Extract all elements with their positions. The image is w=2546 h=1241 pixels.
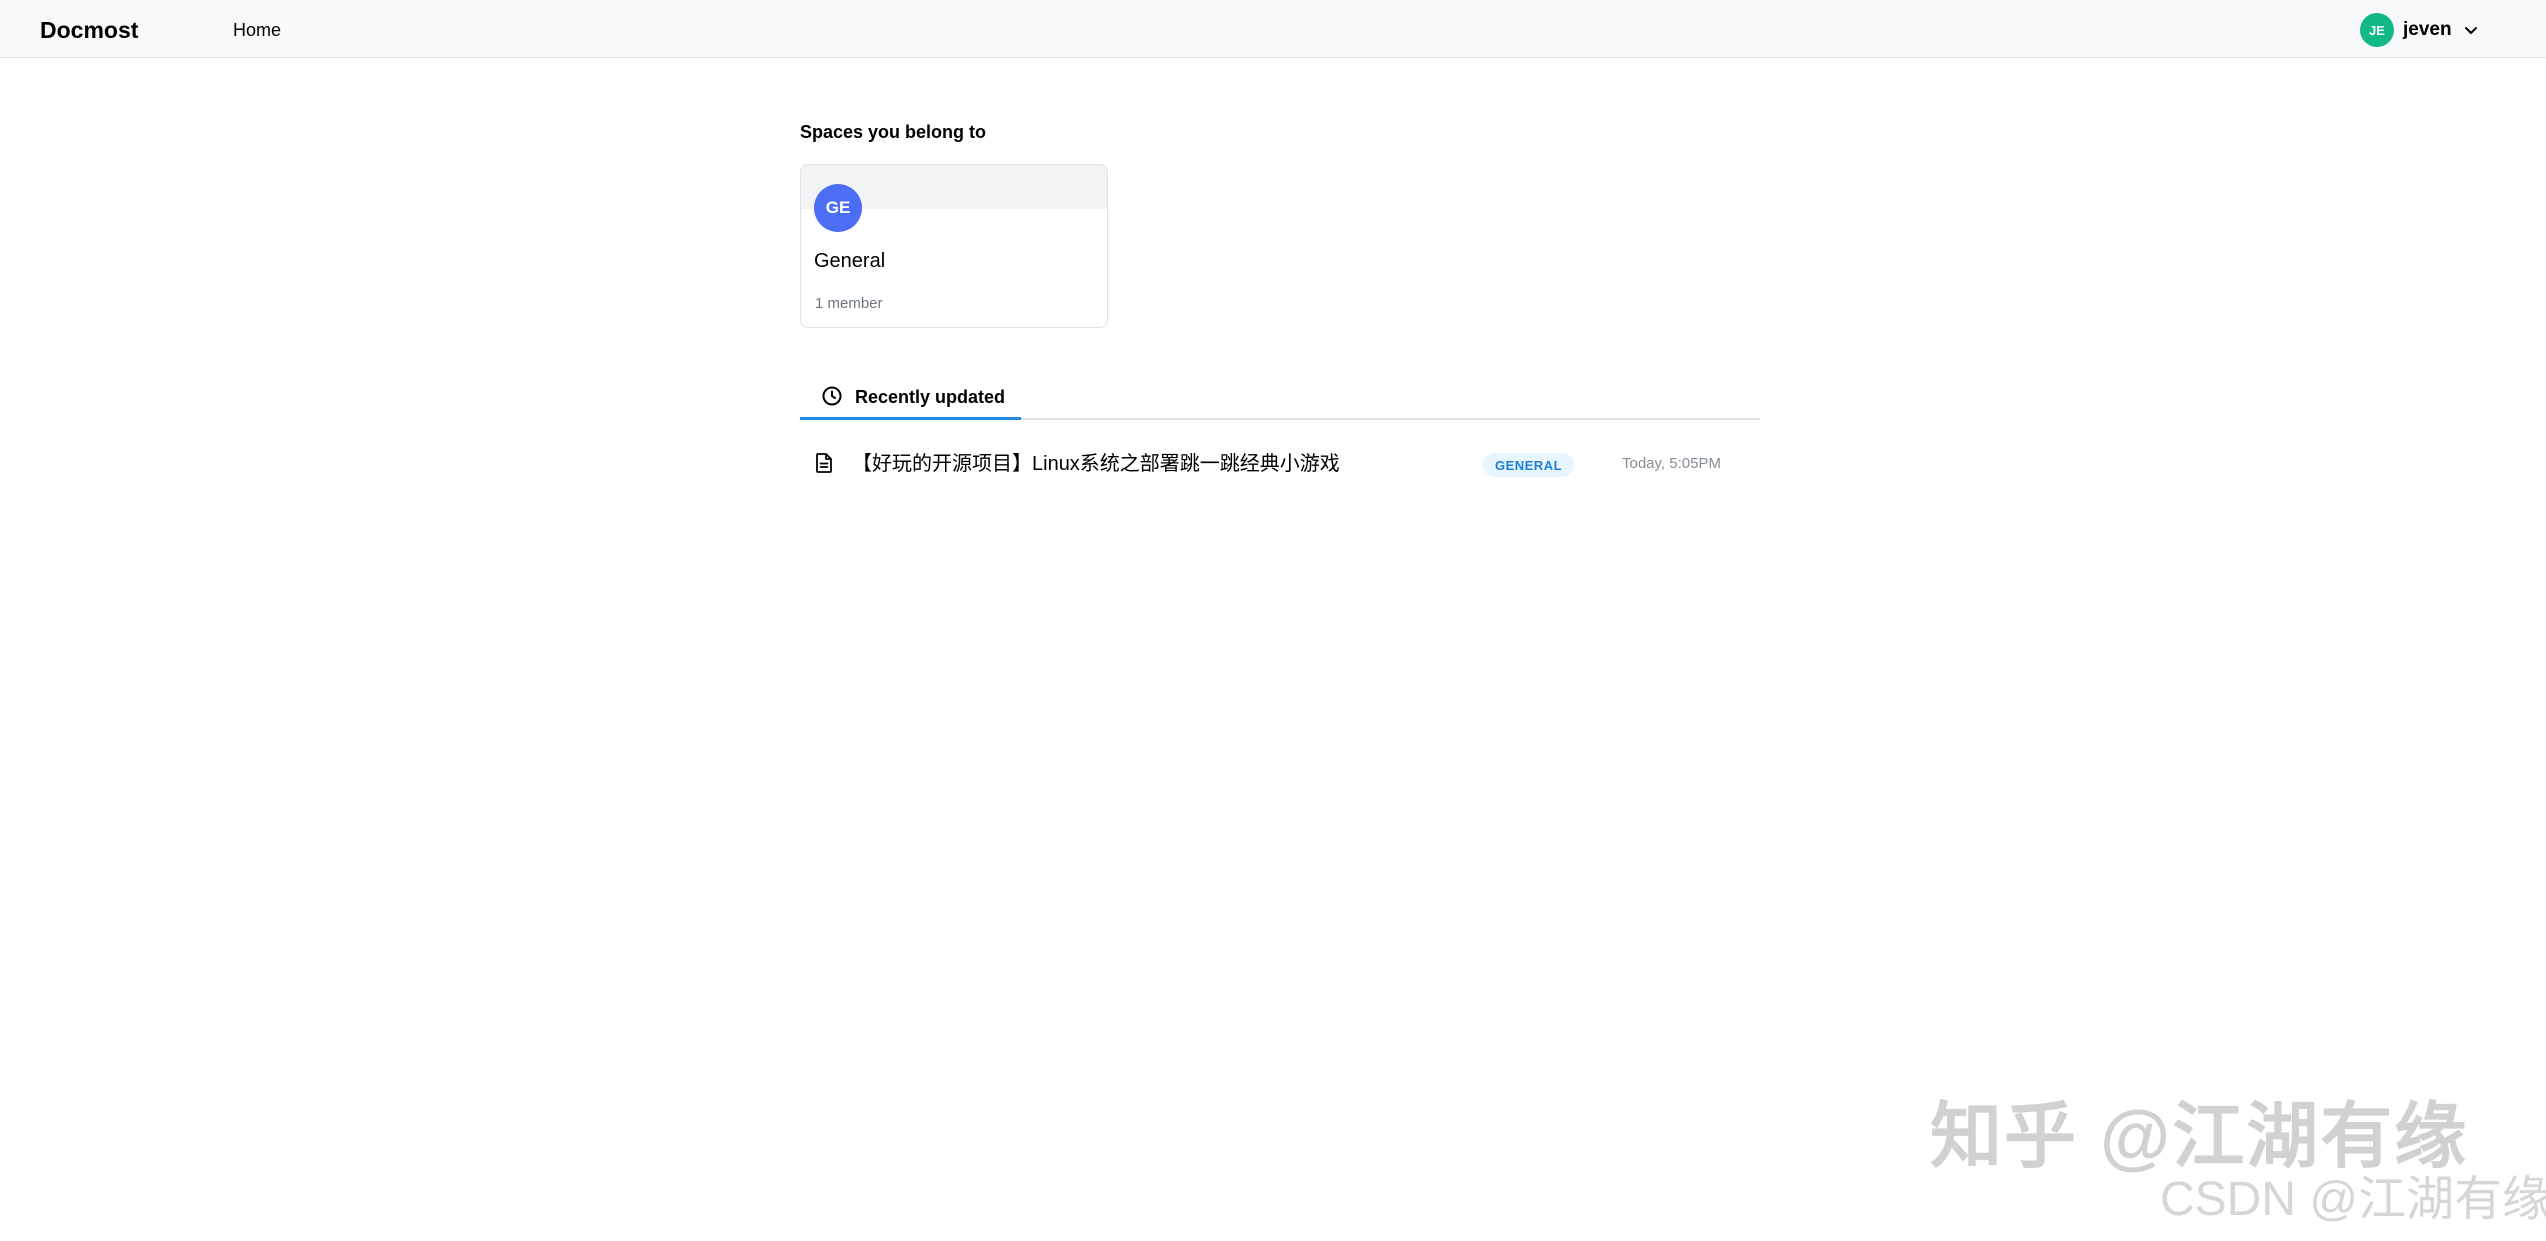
tab-recently-updated[interactable]: Recently updated	[800, 373, 1021, 420]
page-title-link[interactable]: 【好玩的开源项目】Linux系统之部署跳一跳经典小游戏	[852, 451, 1340, 477]
nav-link-home[interactable]: Home	[233, 18, 281, 42]
updated-timestamp: Today, 5:05PM	[1622, 455, 1721, 472]
recent-page-row[interactable]: 【好玩的开源项目】Linux系统之部署跳一跳经典小游戏 GENERAL Toda…	[800, 436, 1760, 492]
space-avatar: GE	[814, 184, 862, 232]
user-menu-button[interactable]: JE jeven	[2360, 13, 2479, 47]
space-badge: GENERAL	[1483, 453, 1574, 477]
spaces-section-title: Spaces you belong to	[800, 122, 987, 142]
user-name: jeven	[2403, 19, 2452, 40]
space-name: General	[814, 250, 886, 272]
zhihu-watermark: 知乎 @江湖有缘	[1930, 1097, 2469, 1177]
user-avatar: JE	[2360, 13, 2394, 47]
top-navigation-bar: Docmost Home JE jeven	[0, 0, 2546, 58]
csdn-watermark: CSDN @江湖有缘	[2160, 1173, 2546, 1226]
tab-label: Recently updated	[855, 387, 1006, 407]
space-card-general[interactable]: GE General 1 member	[800, 164, 1108, 328]
space-member-count: 1 member	[815, 295, 883, 312]
app-logo[interactable]: Docmost	[40, 16, 138, 44]
clock-icon	[821, 385, 843, 407]
content-tabs: Recently updated	[800, 373, 1760, 420]
chevron-down-icon	[2463, 22, 2479, 38]
document-icon	[814, 452, 834, 474]
